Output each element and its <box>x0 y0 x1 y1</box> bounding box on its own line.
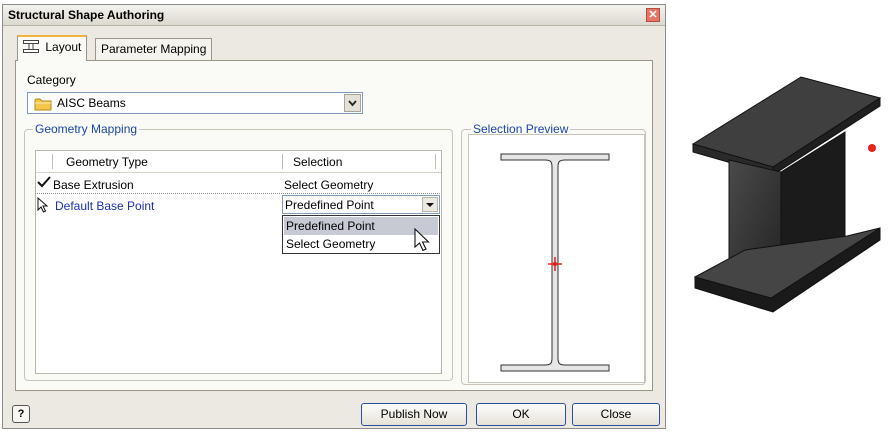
publish-now-button[interactable]: Publish Now <box>361 403 467 426</box>
category-value: AISC Beams <box>57 96 126 110</box>
mouse-cursor-icon <box>414 227 431 255</box>
tab-parameter-mapping[interactable]: Parameter Mapping <box>95 38 213 60</box>
geometry-mapping-title: Geometry Mapping <box>33 122 140 136</box>
row-selection: Select Geometry <box>284 178 374 192</box>
column-header-geometry-type[interactable]: Geometry Type <box>66 155 148 169</box>
option-label: Predefined Point <box>286 219 375 233</box>
pointer-icon <box>37 196 49 216</box>
tab-layout[interactable]: Layout <box>17 35 88 61</box>
base-point-dot <box>868 144 876 152</box>
row-geometry-type: Default Base Point <box>55 199 155 213</box>
i-beam-profile-preview <box>500 153 610 372</box>
selection-dropdown-value: Predefined Point <box>285 198 374 212</box>
category-label: Category <box>27 73 76 87</box>
i-beam-3d-model <box>691 76 882 313</box>
tab-parameter-mapping-label: Parameter Mapping <box>101 42 207 56</box>
close-button[interactable]: Close <box>572 403 660 426</box>
folder-icon <box>34 97 52 114</box>
row-divider <box>35 193 440 194</box>
tab-layout-label: Layout <box>45 40 82 55</box>
category-select[interactable]: AISC Beams <box>27 92 363 114</box>
chevron-down-icon[interactable] <box>344 94 361 112</box>
base-point-marker <box>548 257 562 271</box>
title-bar[interactable]: Structural Shape Authoring ✕ <box>3 5 665 26</box>
row-geometry-type: Base Extrusion <box>53 178 134 192</box>
layout-icon <box>23 40 39 56</box>
table-header: Geometry Type Selection <box>36 151 441 173</box>
selection-dropdown[interactable]: Predefined Point <box>282 195 440 214</box>
column-separator <box>282 154 283 169</box>
column-separator <box>52 154 53 169</box>
dialog-title: Structural Shape Authoring <box>8 8 165 22</box>
close-window-icon[interactable]: ✕ <box>646 8 660 22</box>
dropdown-arrow-icon[interactable] <box>422 197 438 212</box>
ok-button[interactable]: OK <box>476 403 566 426</box>
check-icon <box>37 176 51 191</box>
column-header-selection[interactable]: Selection <box>293 155 342 169</box>
column-separator <box>435 154 436 169</box>
help-button[interactable]: ? <box>12 405 30 423</box>
selection-preview-canvas <box>468 134 645 383</box>
option-label: Select Geometry <box>286 237 376 251</box>
